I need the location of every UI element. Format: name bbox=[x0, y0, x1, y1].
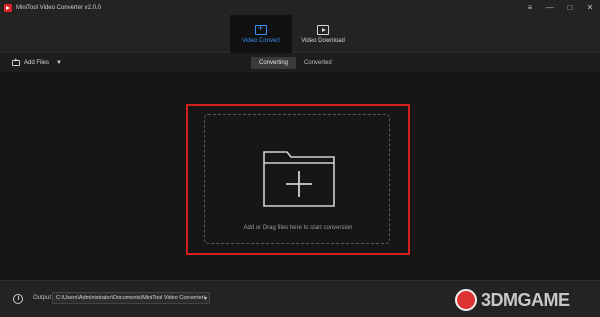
close-button[interactable]: ✕ bbox=[580, 0, 600, 15]
timer-icon[interactable] bbox=[13, 294, 23, 304]
app-logo-icon bbox=[4, 3, 12, 12]
main-nav: Video Convert Video Download bbox=[0, 15, 600, 53]
window-controls: ≡ — □ ✕ bbox=[520, 0, 600, 15]
output-label: Output bbox=[33, 295, 52, 301]
watermark-logo-icon bbox=[455, 289, 477, 311]
app-title: MiniTool Video Converter v2.0.0 bbox=[16, 4, 101, 11]
title-bar: MiniTool Video Converter v2.0.0 ≡ — □ ✕ bbox=[0, 0, 600, 15]
add-files-button[interactable]: Add Files ▼ bbox=[12, 58, 62, 66]
tab-video-convert[interactable]: Video Convert bbox=[230, 15, 292, 53]
tab-video-convert-label: Video Convert bbox=[242, 37, 280, 44]
tab-video-download[interactable]: Video Download bbox=[292, 15, 354, 53]
video-download-icon bbox=[317, 24, 329, 35]
drop-zone[interactable]: Add or Drag files here to start conversi… bbox=[204, 114, 390, 244]
tab-converting[interactable]: Converting bbox=[251, 57, 297, 69]
video-convert-icon bbox=[255, 23, 267, 35]
tab-video-download-label: Video Download bbox=[301, 37, 345, 44]
output-dropdown-icon: ▾ bbox=[203, 296, 207, 302]
tab-converted[interactable]: Converted bbox=[296, 57, 340, 69]
output-path-select[interactable]: C:\Users\Administrator\Documents\MiniToo… bbox=[52, 292, 210, 304]
add-files-dropdown-icon[interactable]: ▼ bbox=[56, 60, 62, 66]
watermark-text: 3DMGAME bbox=[481, 289, 570, 310]
drop-zone-hint: Add or Drag files here to start conversi… bbox=[243, 225, 353, 231]
conversion-tabs: Converting Converted bbox=[251, 57, 340, 69]
menu-button[interactable]: ≡ bbox=[520, 0, 540, 15]
add-folder-icon bbox=[263, 151, 335, 207]
toolbar: Add Files ▼ Converting Converted bbox=[0, 54, 600, 72]
minimize-button[interactable]: — bbox=[540, 0, 560, 15]
output-path-value: C:\Users\Administrator\Documents\MiniToo… bbox=[56, 295, 206, 301]
add-files-icon bbox=[12, 58, 20, 66]
maximize-button[interactable]: □ bbox=[560, 0, 580, 15]
watermark: 3DMGAME bbox=[455, 289, 570, 311]
add-files-label: Add Files bbox=[24, 60, 50, 66]
